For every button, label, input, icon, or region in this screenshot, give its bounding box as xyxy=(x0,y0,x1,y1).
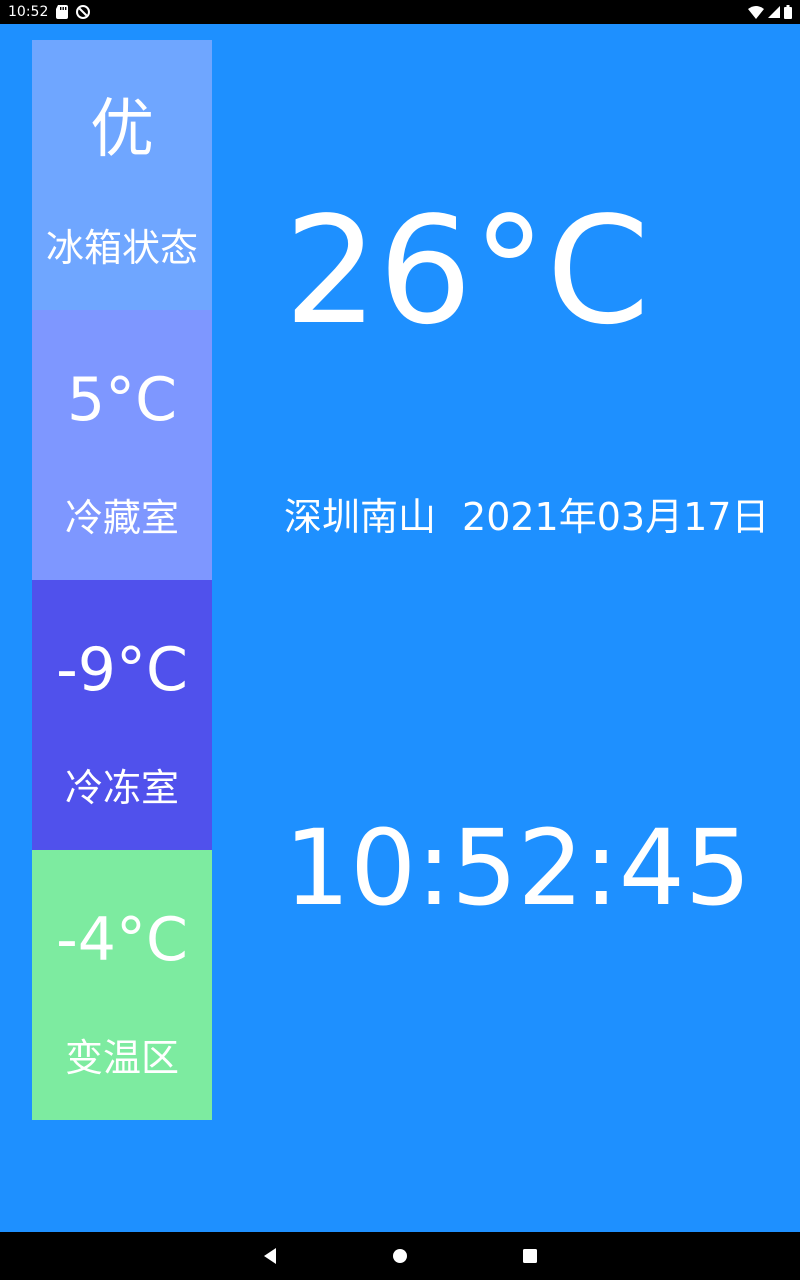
refrigerator-temp: 5°C xyxy=(66,365,178,435)
freezer-card: -9°C 冷冻室 xyxy=(32,580,212,850)
home-button[interactable] xyxy=(385,1241,415,1271)
freezer-temp: -9°C xyxy=(56,635,188,705)
fridge-status-label: 冰箱状态 xyxy=(45,226,198,270)
status-left: 10:52 xyxy=(8,4,91,20)
refrigerator-card: 5°C 冷藏室 xyxy=(32,310,212,580)
clock-time: 10:52:45 xyxy=(284,807,752,929)
fridge-status-value: 优 xyxy=(90,93,154,167)
battery-icon xyxy=(784,5,792,19)
outdoor-temperature: 26°C xyxy=(284,185,650,357)
compartment-panel: 优 冰箱状态 5°C 冷藏室 -9°C 冷冻室 -4°C 变温区 xyxy=(32,40,212,1120)
variable-zone-temp: -4°C xyxy=(56,905,188,975)
location-date-line: 深圳南山 2021年03月17日 xyxy=(284,492,784,542)
variable-zone-label: 变温区 xyxy=(64,1036,179,1080)
navigation-bar xyxy=(0,1232,800,1280)
recents-icon xyxy=(523,1249,537,1263)
wifi-icon xyxy=(748,5,764,19)
status-right xyxy=(748,5,792,19)
back-button[interactable] xyxy=(255,1241,285,1271)
location-text: 深圳南山 xyxy=(284,495,437,539)
recents-button[interactable] xyxy=(515,1241,545,1271)
freezer-label: 冷冻室 xyxy=(64,766,179,810)
no-disturb-icon xyxy=(76,5,91,19)
back-icon xyxy=(264,1248,276,1264)
status-bar: 10:52 xyxy=(0,0,800,24)
signal-icon xyxy=(768,6,780,18)
refrigerator-label: 冷藏室 xyxy=(64,496,179,540)
status-time: 10:52 xyxy=(8,4,49,20)
variable-zone-card: -4°C 变温区 xyxy=(32,850,212,1120)
date-text: 2021年03月17日 xyxy=(462,495,770,539)
fridge-status-card: 优 冰箱状态 xyxy=(32,40,212,310)
sd-card-icon xyxy=(56,5,69,19)
home-icon xyxy=(393,1249,407,1263)
